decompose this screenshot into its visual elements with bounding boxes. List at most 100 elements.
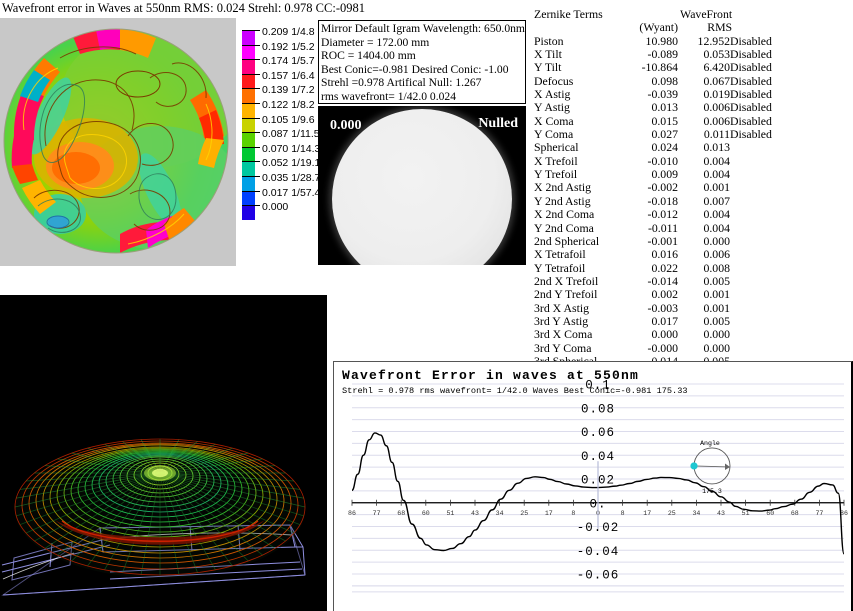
angle-label: Angle [700, 440, 720, 447]
zernike-row[interactable]: Y Tilt -10.864 6.420 Disabled [534, 61, 800, 75]
color-scale-label: 0.087 1/11.5 [262, 128, 320, 141]
mirror-line: rms wavefront= 1/42.0 0.024 [321, 89, 457, 103]
zernike-state [730, 315, 800, 328]
zernike-row[interactable]: 3rd X Astig -0.003 0.001 [534, 301, 800, 315]
zernike-state [730, 288, 800, 301]
chart-y-tick-label: -0.04 [577, 545, 620, 559]
zernike-row[interactable]: Spherical 0.024 0.013 [534, 140, 800, 155]
zernike-rms-value: 0.006 [703, 113, 730, 128]
zernike-state: Disabled [730, 73, 772, 88]
zernike-state [730, 181, 800, 194]
wavefront-3d-surface[interactable]: -0.0 [0, 295, 327, 611]
zernike-term-name: X Coma [534, 113, 574, 128]
zernike-row[interactable]: 2nd X Trefoil -0.014 0.005 [534, 273, 800, 288]
color-scale-tick [242, 30, 260, 31]
zernike-row[interactable]: X Astig -0.039 0.019 Disabled [534, 87, 800, 102]
zernike-rms-value: 0.006 [703, 100, 730, 115]
zernike-term-name: Y Astig [534, 100, 570, 115]
zernike-row[interactable]: X Tetrafoil 0.016 0.006 [534, 247, 800, 262]
color-scale-swatch [242, 132, 255, 147]
chart-x-tick-label: 34 [496, 510, 504, 517]
zernike-state: Disabled [730, 33, 772, 48]
chart-plot-area: 0.10.080.060.040.020.-0.02-0.04-0.06 86 7… [348, 379, 848, 593]
zernike-state [730, 155, 800, 168]
color-scale-swatch [242, 73, 255, 89]
color-scale-swatch [242, 117, 255, 133]
zernike-row[interactable]: 2nd Y Trefoil 0.002 0.001 [534, 287, 800, 302]
wavefront-contour-map[interactable] [0, 18, 236, 266]
zernike-row[interactable]: X 2nd Coma -0.012 0.004 [534, 207, 800, 222]
zernike-rms-value: 0.000 [703, 340, 730, 355]
zernike-wyant-value: 0.024 [651, 140, 678, 155]
zernike-wyant-header: (Wyant) [639, 20, 678, 35]
zernike-row[interactable]: 3rd Y Astig 0.017 0.005 [534, 314, 800, 328]
color-scale-tick [242, 102, 260, 104]
mirror-line: Mirror Default Igram Wavelength: 650.0nm [321, 22, 525, 35]
zernike-rms-value: 0.067 [703, 73, 730, 88]
zernike-spacer-4 [732, 21, 802, 34]
zernike-row[interactable]: 2nd Spherical -0.001 0.000 [534, 234, 800, 248]
zernike-rms-value: 0.006 [703, 247, 730, 262]
chart-x-tick-label: 51 [446, 510, 454, 517]
zernike-wyant-value: -0.039 [647, 87, 678, 102]
zernike-title: Zernike Terms [534, 7, 603, 21]
color-scale-label: 0.000 [262, 201, 289, 214]
chart-x-tick-label: 86 [348, 510, 356, 517]
color-scale-tick [242, 175, 260, 177]
zernike-row[interactable]: 3rd X Coma 0.000 0.000 [534, 327, 800, 342]
contour-map-svg [0, 18, 236, 266]
mirror-line: Strehl =0.978 Artifical Null: 1.267 [321, 76, 482, 90]
zernike-wyant-value: 10.980 [645, 33, 678, 48]
zernike-term-name: Y 2nd Coma [534, 220, 594, 235]
zernike-state [730, 342, 800, 355]
zernike-row[interactable]: X Tilt -0.089 0.053 Disabled [534, 47, 800, 62]
wavefront-profile-chart[interactable]: Wavefront Error in waves at 550nm Strehl… [333, 361, 853, 611]
color-scale-swatch [242, 175, 255, 191]
zernike-term-name: 2nd X Trefoil [534, 273, 599, 288]
zernike-term-name: X 2nd Coma [534, 207, 595, 222]
chart-x-tick-label: 25 [520, 510, 528, 517]
zernike-rms-value: 0.013 [703, 140, 730, 155]
zernike-row[interactable]: Y Trefoil 0.009 0.004 [534, 167, 800, 182]
zernike-term-name: Piston [534, 33, 564, 48]
chart-x-tick-label: 8 [571, 510, 575, 517]
zernike-row[interactable]: Piston 10.980 12.952 Disabled [534, 33, 800, 48]
color-scale-label: 0.070 1/14.3 [262, 142, 321, 155]
chart-x-tick-label: 60 [422, 510, 430, 517]
interferogram-value-label: 0.000 [330, 118, 362, 133]
zernike-wyant-value: -0.002 [647, 180, 678, 195]
zernike-wyant-value: 0.098 [651, 73, 678, 88]
wireframe-svg: -0.0 [0, 295, 327, 611]
zernike-rows: Piston 10.980 12.952 Disabled X Tilt -0.089 0.… [534, 33, 800, 369]
zernike-rms-value: 0.004 [703, 153, 730, 168]
zernike-row[interactable]: 3rd Y Coma -0.000 0.000 [534, 340, 800, 355]
zernike-row[interactable]: Y 2nd Coma -0.011 0.004 [534, 220, 800, 235]
zernike-row[interactable]: X 2nd Astig -0.002 0.001 [534, 180, 800, 195]
zernike-row[interactable]: Y Tetrafoil 0.022 0.008 [534, 260, 800, 275]
zernike-row[interactable]: Y 2nd Astig -0.018 0.007 [534, 194, 800, 208]
zernike-wyant-value: 0.022 [651, 260, 678, 275]
color-scale-label: 0.139 1/7.2 [262, 84, 315, 97]
zernike-rms-value: 0.004 [703, 167, 730, 182]
mirror-line: ROC = 1404.00 mm [321, 49, 416, 63]
zernike-wyant-value: 0.002 [651, 287, 678, 302]
color-scale-label: 0.174 1/5.7 [262, 55, 315, 68]
zernike-row[interactable]: Y Astig 0.013 0.006 Disabled [534, 100, 800, 115]
zernike-term-name: X Tilt [534, 47, 562, 62]
zernike-header-row-2: (Wyant) RMS [534, 20, 802, 35]
zernike-row[interactable]: Y Coma 0.027 0.011 Disabled [534, 127, 800, 141]
zernike-row[interactable]: X Trefoil -0.010 0.004 [534, 153, 800, 168]
chart-x-tick-label: 77 [373, 510, 381, 517]
angle-marker-dot[interactable] [690, 462, 698, 470]
zernike-row[interactable]: Defocus 0.098 0.067 Disabled [534, 73, 800, 88]
color-scale-label: 0.122 1/8.2 [262, 98, 315, 111]
zernike-term-name: 3rd X Coma [534, 327, 593, 342]
color-scale-swatch [242, 190, 255, 206]
color-scale-tick [242, 44, 260, 46]
zernike-wyant-value: 0.000 [651, 327, 678, 342]
zernike-term-name: Defocus [534, 73, 574, 88]
zernike-row[interactable]: X Coma 0.015 0.006 Disabled [534, 113, 800, 128]
nulled-interferogram-panel[interactable]: 0.000 Nulled [318, 106, 526, 265]
zernike-terms-table: Zernike Terms WaveFront (Wyant) RMS Pist… [534, 7, 850, 369]
zernike-state: Disabled [730, 47, 772, 62]
